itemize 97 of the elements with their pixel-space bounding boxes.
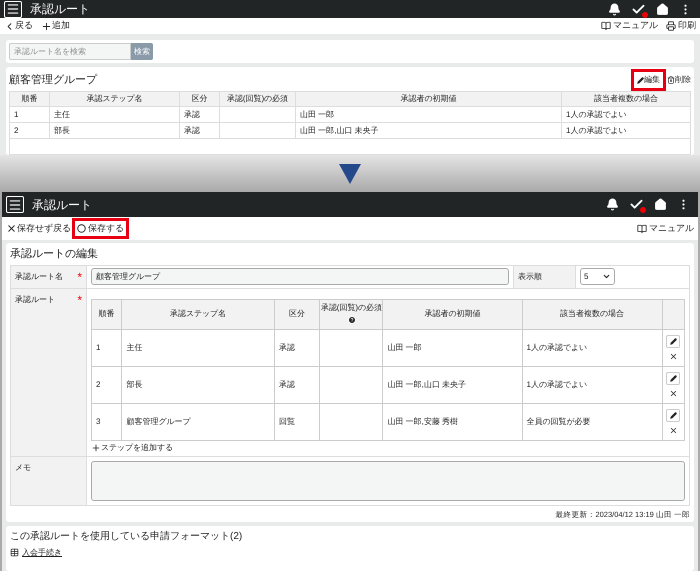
required-mark: * xyxy=(77,294,82,306)
table-cell: 山田 一郎,山口 未央子 xyxy=(300,126,379,134)
search-field[interactable]: 承認ルート名を検索 xyxy=(9,43,131,60)
column-header: 該当者複数の場合 xyxy=(562,92,690,106)
table-cell: 1人の承認でよい xyxy=(566,126,626,134)
column-header: 承認ステップ名 xyxy=(122,299,274,329)
group-title: 顧客管理グループ xyxy=(9,72,97,88)
field-label: 承認ルート xyxy=(15,294,55,306)
trash-icon xyxy=(667,76,675,84)
table-cell: 山田 一郎,安藤 秀樹 xyxy=(387,416,458,426)
table-cell: 1人の承認でよい xyxy=(526,380,587,388)
delete-step-button[interactable] xyxy=(668,388,678,398)
formats-title: この承認ルートを使用している申請フォーマット(2) xyxy=(10,530,244,544)
table-cell: 全員の回覧が必要 xyxy=(526,416,590,426)
column-header: 順番 xyxy=(92,299,122,329)
table-cell: 回覧 xyxy=(278,416,295,426)
menu-button[interactable] xyxy=(6,196,24,213)
delete-step-button[interactable] xyxy=(668,426,678,434)
app-title: 承認ルート xyxy=(32,196,92,214)
table-icon xyxy=(10,548,19,558)
book-icon xyxy=(601,21,611,32)
circle-icon xyxy=(77,224,86,233)
menu-icon xyxy=(8,198,22,212)
delete-button[interactable]: 削除 xyxy=(667,74,691,86)
field-label: 承認ルート名 xyxy=(15,270,63,282)
column-header: 承認(回覧)の必須 xyxy=(220,92,296,106)
close-icon xyxy=(668,352,678,360)
table-cell: 2 xyxy=(96,380,100,388)
form-title: 承認ルートの編集 xyxy=(10,247,99,262)
menu-icon xyxy=(6,2,20,16)
table-cell: 1 xyxy=(14,110,18,118)
column-header: 承認(回覧)の必須 xyxy=(320,299,383,329)
edit-step-button[interactable] xyxy=(666,334,680,348)
cancel-link[interactable]: 保存せず戻る xyxy=(6,222,71,236)
down-arrow-icon xyxy=(339,164,361,184)
delete-step-button[interactable] xyxy=(668,352,678,360)
add-step-link[interactable]: ステップを追加する xyxy=(91,440,685,456)
manual-link[interactable]: マニュアル xyxy=(637,222,694,236)
table-cell: 2 xyxy=(14,126,18,134)
table-cell: 顧客管理グループ xyxy=(126,416,190,426)
menu-button[interactable] xyxy=(4,0,22,18)
print-link[interactable]: 印刷 xyxy=(666,19,696,33)
edit-button[interactable]: 編集 xyxy=(631,69,666,91)
table-cell: 1 xyxy=(96,342,100,352)
bell-icon[interactable] xyxy=(608,2,621,16)
back-link[interactable]: 戻る xyxy=(4,19,33,33)
manual-link[interactable]: マニュアル xyxy=(601,19,658,33)
pencil-icon xyxy=(670,412,677,418)
table-cell: 1人の承認でよい xyxy=(566,110,626,118)
table-cell: 1人の承認でよい xyxy=(526,342,587,352)
table-cell: 承認 xyxy=(184,110,200,118)
required-mark: * xyxy=(77,268,82,286)
field-label: メモ xyxy=(15,462,31,472)
table-cell: 山田 一郎 xyxy=(300,110,334,118)
table-cell: 山田 一郎 xyxy=(387,342,422,352)
save-button[interactable]: 保存する xyxy=(72,218,129,240)
bell-icon[interactable] xyxy=(606,198,619,211)
table-cell: 3 xyxy=(96,416,100,426)
column-header: 承認者の初期値 xyxy=(382,299,522,329)
pencil-icon xyxy=(637,76,644,84)
format-link[interactable]: 入会手続き xyxy=(10,546,690,559)
table-cell: 山田 一郎,山口 未央子 xyxy=(387,380,466,388)
table-cell: 部長 xyxy=(126,380,142,388)
add-link[interactable]: 追加 xyxy=(41,19,70,33)
home-icon[interactable] xyxy=(656,2,669,16)
close-icon xyxy=(668,388,678,398)
edit-step-button[interactable] xyxy=(666,372,680,384)
column-header: 順番 xyxy=(10,92,50,106)
table-cell: 承認 xyxy=(278,342,295,352)
column-header: 該当者複数の場合 xyxy=(522,299,662,329)
table-cell: 承認 xyxy=(278,380,295,388)
column-header: 承認者の初期値 xyxy=(296,92,562,106)
home-icon[interactable] xyxy=(654,198,667,211)
table-cell: 部長 xyxy=(54,126,70,134)
check-icon[interactable] xyxy=(629,197,644,212)
help-icon[interactable] xyxy=(348,316,356,324)
column-header: 承認ステップ名 xyxy=(50,92,180,106)
close-icon xyxy=(6,223,17,234)
pencil-icon xyxy=(670,374,677,382)
book-icon xyxy=(637,224,647,234)
chevron-down-icon xyxy=(602,272,611,281)
close-icon xyxy=(668,426,678,434)
edit-step-button[interactable] xyxy=(666,408,680,422)
plus-icon xyxy=(91,443,101,453)
table-cell: 主任 xyxy=(54,110,70,118)
app-title: 承認ルート xyxy=(30,1,90,18)
column-header: 区分 xyxy=(274,299,320,329)
plus-icon xyxy=(41,20,52,32)
field-label: 表示順 xyxy=(518,270,542,282)
printer-icon xyxy=(666,21,676,32)
table-cell: 承認 xyxy=(184,126,200,134)
memo-field[interactable] xyxy=(91,460,685,500)
route-name-field[interactable]: 顧客管理グループ xyxy=(91,268,509,285)
order-select[interactable]: 5 xyxy=(580,268,615,285)
column-header: 区分 xyxy=(180,92,220,106)
pencil-icon xyxy=(670,338,677,344)
table-cell: 主任 xyxy=(126,342,142,352)
